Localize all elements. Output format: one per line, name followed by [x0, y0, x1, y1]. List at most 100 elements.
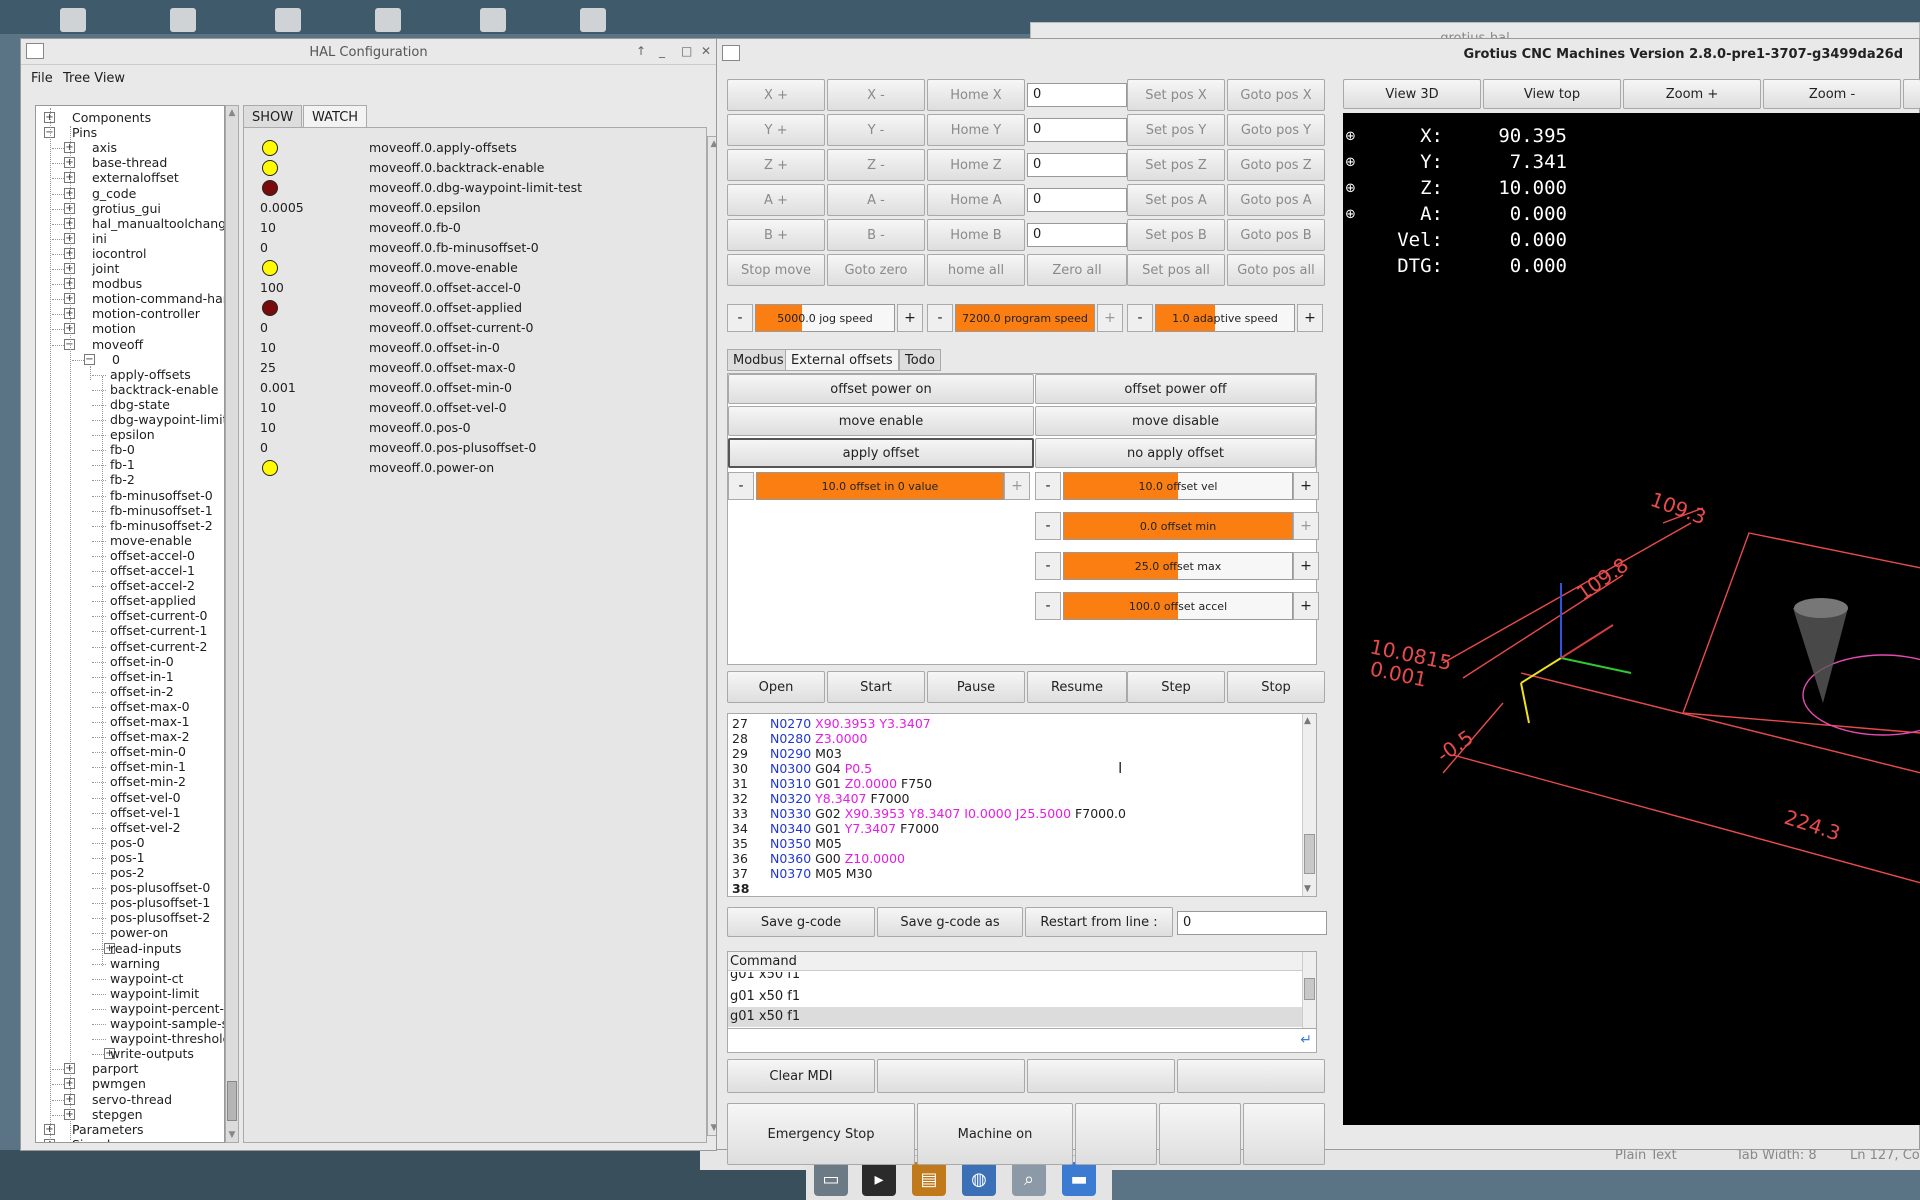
axis-plus-button[interactable]: B + — [727, 219, 825, 251]
offset-min-minus-button[interactable]: - — [1035, 512, 1061, 540]
restart-line-input[interactable]: 0 — [1177, 911, 1327, 935]
speed-plus-button[interactable]: + — [897, 304, 923, 332]
desktop-icon[interactable] — [275, 8, 301, 32]
tab-todo[interactable]: Todo — [899, 349, 941, 371]
mdi-history-item-selected[interactable]: g01 x50 f1 — [728, 1007, 1302, 1027]
offset-vel-slider[interactable]: 10.0 offset vel — [1063, 472, 1293, 500]
axis-goto-button[interactable]: Goto pos Y — [1227, 114, 1325, 146]
offset-accel-slider[interactable]: 100.0 offset accel — [1063, 592, 1293, 620]
tree-scrollbar[interactable]: ▲ ▼ — [225, 105, 239, 1143]
close-icon[interactable]: ✕ — [701, 44, 711, 58]
axis-set-button[interactable]: Set pos Z — [1127, 149, 1225, 181]
restart-from-line-button[interactable]: Restart from line : — [1025, 907, 1173, 937]
axis-goto-button[interactable]: Goto pos X — [1227, 79, 1325, 111]
offset-vel-minus-button[interactable]: - — [1035, 472, 1061, 500]
axis-set-button[interactable]: Set pos Y — [1127, 114, 1225, 146]
zoom-in-button[interactable]: Zoom + — [1623, 79, 1761, 109]
mdi-history-item[interactable]: g01 x50 f1 — [730, 972, 800, 982]
axis-plus-button[interactable]: A + — [727, 184, 825, 216]
axis-set-button[interactable]: Set pos X — [1127, 79, 1225, 111]
view-3d-button[interactable]: View 3D — [1343, 79, 1481, 109]
empty-button[interactable] — [1027, 1059, 1175, 1093]
folder-icon[interactable]: ▬ — [1062, 1162, 1096, 1196]
offset-max-slider[interactable]: 25.0 offset max — [1063, 552, 1293, 580]
offset-vel-plus-button[interactable]: + — [1293, 472, 1319, 500]
mdi-scrollbar[interactable] — [1302, 952, 1316, 1028]
axis-home-button[interactable]: Home A — [927, 184, 1025, 216]
motion-all-button[interactable]: Set pos all — [1127, 254, 1225, 286]
tab-watch[interactable]: WATCH — [303, 105, 368, 127]
scroll-thumb[interactable] — [1304, 834, 1315, 874]
maximize-icon[interactable]: □ — [681, 44, 692, 58]
empty-button[interactable] — [877, 1059, 1025, 1093]
program-step-button[interactable]: Step — [1127, 671, 1225, 703]
axis-minus-button[interactable]: X - — [827, 79, 925, 111]
axis-position-input[interactable]: 0 — [1027, 118, 1127, 142]
empty-button[interactable] — [1243, 1103, 1325, 1165]
axis-goto-button[interactable]: Goto pos A — [1227, 184, 1325, 216]
axis-goto-button[interactable]: Goto pos Z — [1227, 149, 1325, 181]
desktop-icon[interactable] — [580, 8, 606, 32]
archive-icon[interactable]: ▤ — [912, 1162, 946, 1196]
desktop-icon[interactable] — [170, 8, 196, 32]
search-icon[interactable]: ⌕ — [1012, 1162, 1046, 1196]
axis-set-button[interactable]: Set pos B — [1127, 219, 1225, 251]
axis-minus-button[interactable]: Z - — [827, 149, 925, 181]
offset-accel-minus-button[interactable]: - — [1035, 592, 1061, 620]
pin-icon[interactable]: ↑ — [636, 44, 646, 58]
offset-in-minus-button[interactable]: - — [728, 472, 754, 500]
axis-minus-button[interactable]: Y - — [827, 114, 925, 146]
axis-position-input[interactable]: 0 — [1027, 188, 1127, 212]
zoom-out-button[interactable]: Zoom - — [1763, 79, 1901, 109]
status-mode[interactable]: Plain Text — [1615, 1148, 1677, 1163]
program-stop-button[interactable]: Stop — [1227, 671, 1325, 703]
axis-minus-button[interactable]: A - — [827, 184, 925, 216]
offset-power-off-button[interactable]: offset power off — [1035, 374, 1316, 404]
speed-slider[interactable]: 1.0 adaptive speed — [1155, 304, 1295, 332]
scroll-thumb[interactable] — [227, 1081, 237, 1121]
gcode-editor[interactable]: ▲ ▼ I 27 N0270 X90.3953 Y3.3407 28 N0280 Z3… — [727, 713, 1317, 897]
scroll-up-icon[interactable]: ▲ — [227, 108, 237, 118]
save-gcode-as-button[interactable]: Save g-code as — [877, 907, 1023, 937]
motion-all-button[interactable]: Stop move — [727, 254, 825, 286]
empty-button[interactable] — [1159, 1103, 1241, 1165]
program-resume-button[interactable]: Resume — [1027, 671, 1127, 703]
apply-offset-button[interactable]: apply offset — [728, 438, 1034, 468]
menu-file[interactable]: File — [31, 71, 53, 86]
offset-power-on-button[interactable]: offset power on — [728, 374, 1034, 404]
minimize-icon[interactable]: _ — [659, 44, 665, 58]
scroll-down-icon[interactable]: ▼ — [227, 1130, 237, 1140]
tab-external-offsets[interactable]: External offsets — [785, 349, 899, 371]
view-top-button[interactable]: View top — [1483, 79, 1621, 109]
axis-home-button[interactable]: Home X — [927, 79, 1025, 111]
offset-max-minus-button[interactable]: - — [1035, 552, 1061, 580]
motion-all-button[interactable]: Goto zero — [827, 254, 925, 286]
axis-position-input[interactable]: 0 — [1027, 83, 1127, 107]
3d-view[interactable]: 109.3 109.8 10.0815 0.001 -0.5 224.3 ⊕ X:… — [1343, 113, 1920, 1125]
scroll-up-icon[interactable]: ▲ — [1304, 716, 1311, 726]
empty-button[interactable] — [1075, 1103, 1157, 1165]
mdi-history-item[interactable]: g01 x50 f1 — [730, 989, 800, 1004]
axis-home-button[interactable]: Home Y — [927, 114, 1025, 146]
axis-plus-button[interactable]: Y + — [727, 114, 825, 146]
axis-home-button[interactable]: Home Z — [927, 149, 1025, 181]
offset-in-plus-button[interactable]: + — [1004, 472, 1030, 500]
code-scrollbar[interactable]: ▲ ▼ — [1302, 714, 1316, 896]
empty-button[interactable] — [1177, 1059, 1325, 1093]
program-start-button[interactable]: Start — [827, 671, 925, 703]
terminal-icon[interactable]: ▸ — [862, 1162, 896, 1196]
program-pause-button[interactable]: Pause — [927, 671, 1025, 703]
axis-set-button[interactable]: Set pos A — [1127, 184, 1225, 216]
scroll-thumb[interactable] — [1304, 978, 1315, 1000]
speed-slider[interactable]: 7200.0 program speed — [955, 304, 1095, 332]
desktop-icon[interactable] — [60, 8, 86, 32]
menu-tree-view[interactable]: Tree View — [63, 71, 125, 86]
desktop-icon[interactable] — [375, 8, 401, 32]
collapse-icon[interactable]: − — [84, 353, 95, 365]
status-tab-width[interactable]: Tab Width: 8 — [1736, 1148, 1817, 1163]
offset-min-plus-button[interactable]: + — [1293, 512, 1319, 540]
more-button[interactable] — [1903, 79, 1920, 109]
speed-plus-button[interactable]: + — [1297, 304, 1323, 332]
drive-icon[interactable]: ▭ — [814, 1162, 848, 1196]
scroll-down-icon[interactable]: ▼ — [1304, 884, 1311, 894]
